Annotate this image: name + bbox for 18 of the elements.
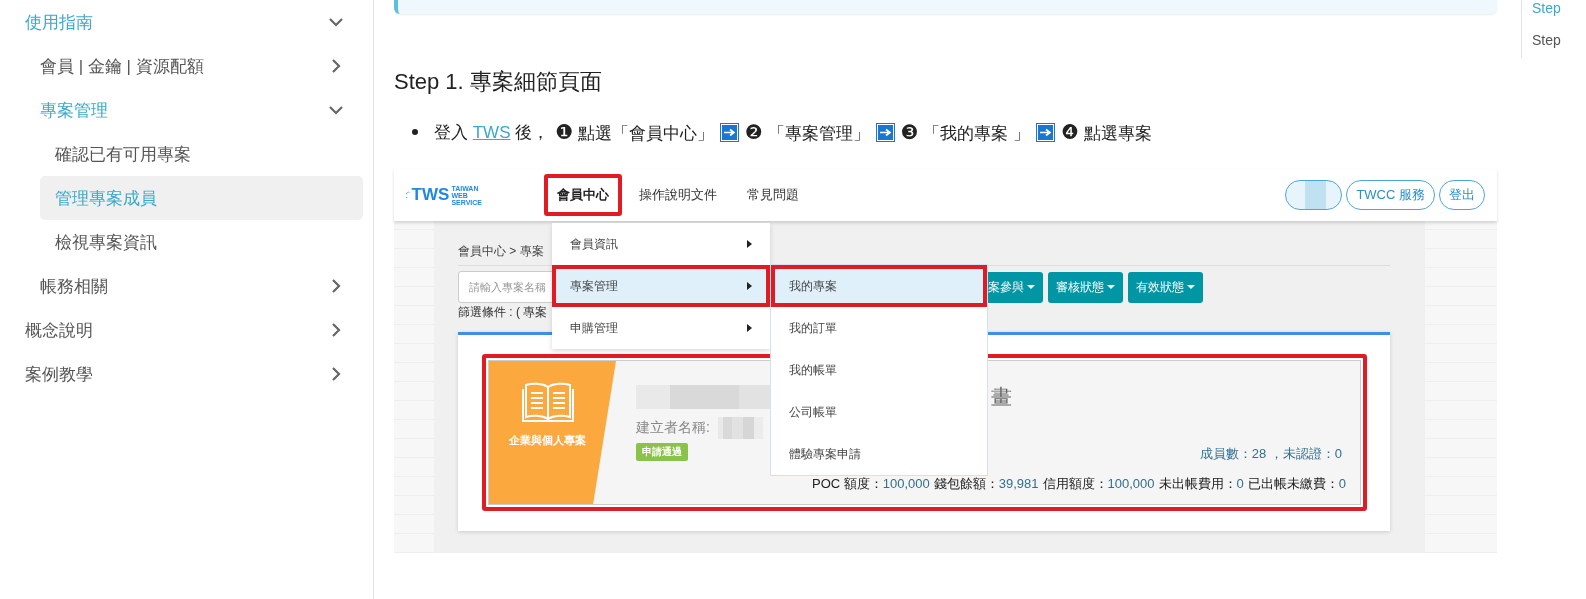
instruction-text: 登入 TWS 後， bbox=[434, 121, 550, 144]
logo-text: TWS bbox=[411, 185, 450, 205]
quota-stat: POC 額度：100,000 bbox=[811, 475, 930, 493]
status-badge: 申請通過 bbox=[636, 443, 688, 461]
project-title: 畫 bbox=[991, 384, 1012, 410]
creator-label: 建立者名稱: bbox=[636, 419, 710, 437]
quota-stat: 信用額度：100,000 bbox=[1042, 475, 1155, 493]
step-text: ❹ 點選專案 bbox=[1061, 119, 1152, 145]
section-heading: Step 1. 專案細節頁面 bbox=[394, 68, 603, 96]
step-text: ❸ 「我的專案 」 bbox=[900, 119, 1030, 145]
quota-stat: 未出帳費用：0 bbox=[1158, 475, 1244, 493]
member-count: 成員數：28 ，未認證：0 bbox=[1199, 445, 1342, 463]
category-label: 企業與個人專案 bbox=[509, 433, 586, 448]
step-text: ❶ 點選「會員中心」 bbox=[555, 119, 714, 145]
step-text: ❷ 「專案管理」 bbox=[744, 119, 870, 145]
quota-stat: 已出帳未繳費：0 bbox=[1247, 475, 1346, 493]
quota-stat: 錢包餘額：39,981 bbox=[933, 475, 1039, 493]
filter-summary: 篩選條件 : ( 專案 bbox=[458, 304, 549, 320]
